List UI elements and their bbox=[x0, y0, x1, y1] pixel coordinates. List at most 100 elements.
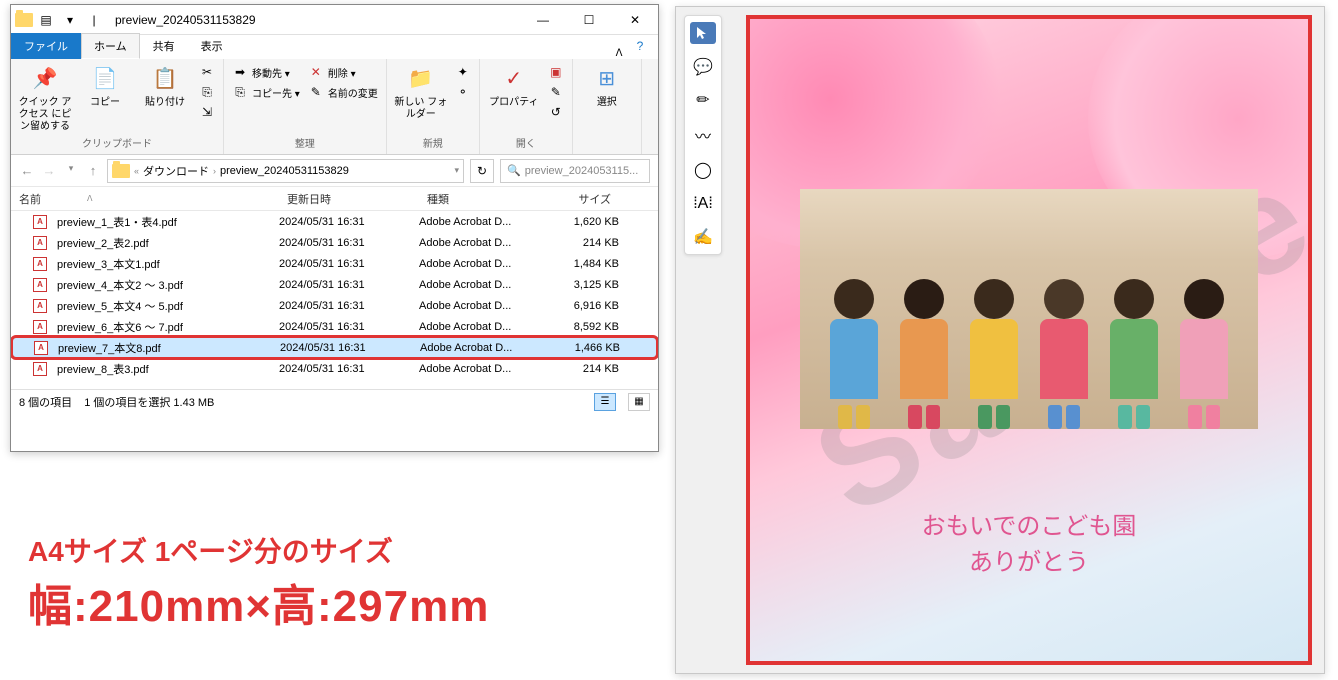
tab-home[interactable]: ホーム bbox=[81, 33, 140, 59]
newitem-icon: ✦ bbox=[455, 64, 471, 80]
file-row[interactable]: Apreview_2_表2.pdf2024/05/31 16:31Adobe A… bbox=[11, 232, 658, 253]
newitem-button[interactable]: ✦ bbox=[453, 63, 473, 81]
easyaccess-button[interactable]: ⚬ bbox=[453, 83, 473, 101]
tab-share[interactable]: 共有 bbox=[140, 33, 188, 59]
file-size: 1,466 KB bbox=[540, 342, 620, 354]
refresh-button[interactable]: ↻ bbox=[470, 159, 494, 183]
col-date[interactable]: 更新日時 bbox=[279, 191, 419, 207]
maximize-button[interactable]: ☐ bbox=[566, 5, 612, 35]
back-button[interactable]: ← bbox=[19, 163, 35, 178]
cut-button[interactable]: ✂ bbox=[197, 63, 217, 81]
file-row[interactable]: Apreview_3_本文1.pdf2024/05/31 16:31Adobe … bbox=[11, 253, 658, 274]
ribbon-group-select: ⊞選択 bbox=[573, 59, 642, 154]
sign-tool[interactable]: ✍ bbox=[690, 226, 716, 248]
erase-tool[interactable]: ◯ bbox=[690, 159, 716, 181]
recent-button[interactable]: ▾ bbox=[63, 163, 79, 178]
pdf-icon: A bbox=[33, 299, 47, 313]
file-row[interactable]: Apreview_6_本文6 ～ 7.pdf2024/05/31 16:31Ad… bbox=[11, 316, 658, 337]
forward-button[interactable]: → bbox=[41, 163, 57, 178]
minimize-button[interactable]: ― bbox=[520, 5, 566, 35]
pin-icon: 📌 bbox=[29, 63, 61, 95]
open-icon: ▣ bbox=[548, 64, 564, 80]
qat-item[interactable]: ▾ bbox=[59, 9, 81, 31]
edit-button[interactable]: ✎ bbox=[546, 83, 566, 101]
pdf-icon: A bbox=[33, 215, 47, 229]
search-input[interactable]: 🔍 preview_2024053115... bbox=[500, 159, 650, 183]
properties-button[interactable]: ✓プロパティ bbox=[486, 63, 542, 109]
group-label: 開く bbox=[486, 135, 566, 150]
paste-icon: 📋 bbox=[149, 63, 181, 95]
file-date: 2024/05/31 16:31 bbox=[279, 300, 419, 312]
pdf-icon: A bbox=[34, 341, 48, 355]
col-size[interactable]: サイズ bbox=[539, 191, 619, 207]
address-input[interactable]: « ダウンロード › preview_20240531153829 ▾ bbox=[107, 159, 464, 183]
details-view-button[interactable]: ☰ bbox=[594, 393, 616, 411]
file-type: Adobe Acrobat D... bbox=[419, 216, 539, 228]
text-tool[interactable]: ⁞A⁞ bbox=[690, 193, 716, 215]
selection-info: 1 個の項目を選択 1.43 MB bbox=[84, 394, 214, 410]
file-type: Adobe Acrobat D... bbox=[419, 258, 539, 270]
file-row[interactable]: Apreview_5_本文4 ～ 5.pdf2024/05/31 16:31Ad… bbox=[11, 295, 658, 316]
file-row[interactable]: Apreview_7_本文8.pdf2024/05/31 16:31Adobe … bbox=[11, 337, 658, 358]
file-date: 2024/05/31 16:31 bbox=[279, 321, 419, 333]
file-row[interactable]: Apreview_8_表3.pdf2024/05/31 16:31Adobe A… bbox=[11, 358, 658, 379]
copy-icon: 📄 bbox=[89, 63, 121, 95]
col-type[interactable]: 種類 bbox=[419, 191, 539, 207]
delete-button[interactable]: ✕削除 ▾ bbox=[306, 63, 380, 81]
moveto-icon: ➡ bbox=[232, 64, 248, 80]
help-icon[interactable]: ? bbox=[628, 39, 652, 59]
up-button[interactable]: ↑ bbox=[85, 163, 101, 178]
tab-file[interactable]: ファイル bbox=[11, 33, 81, 59]
breadcrumb-folder[interactable]: preview_20240531153829 bbox=[220, 165, 349, 177]
icons-view-button[interactable]: ▦ bbox=[628, 393, 650, 411]
qat-divider: | bbox=[83, 9, 105, 31]
moveto-button[interactable]: ➡移動先 ▾ bbox=[230, 63, 302, 81]
pin-button[interactable]: 📌クイック アクセス にピン留めする bbox=[17, 63, 73, 133]
paste-button[interactable]: 📋貼り付け bbox=[137, 63, 193, 109]
draw-tool[interactable]: 〰 bbox=[690, 123, 716, 147]
group-label: 新規 bbox=[393, 135, 473, 150]
kid-figure bbox=[959, 279, 1029, 429]
ribbon-collapse-icon[interactable]: ᐱ bbox=[610, 48, 628, 59]
file-size: 1,484 KB bbox=[539, 258, 619, 270]
col-name[interactable]: 名前ᐱ bbox=[11, 191, 279, 207]
newfolder-button[interactable]: 📁新しい フォルダー bbox=[393, 63, 449, 121]
caption-line1: おもいでのこども園 bbox=[750, 509, 1308, 545]
annotation-line2: 幅:210mm×高:297mm bbox=[28, 570, 489, 634]
copyto-button[interactable]: ⎘コピー先 ▾ bbox=[230, 83, 302, 101]
select-tool[interactable] bbox=[690, 22, 716, 44]
address-dropdown-icon[interactable]: ▾ bbox=[454, 165, 459, 176]
file-row[interactable]: Apreview_1_表1・表4.pdf2024/05/31 16:31Adob… bbox=[11, 211, 658, 232]
file-name: preview_3_本文1.pdf bbox=[57, 256, 160, 272]
breadcrumb-downloads[interactable]: ダウンロード bbox=[143, 163, 209, 179]
file-size: 1,620 KB bbox=[539, 216, 619, 228]
highlight-tool[interactable]: ✏ bbox=[690, 89, 716, 111]
rename-button[interactable]: ✎名前の変更 bbox=[306, 83, 380, 101]
file-row[interactable]: Apreview_4_本文2 ～ 3.pdf2024/05/31 16:31Ad… bbox=[11, 274, 658, 295]
file-size: 214 KB bbox=[539, 363, 619, 375]
qat-item[interactable]: ▤ bbox=[35, 9, 57, 31]
pdf-toolbar: 💬 ✏ 〰 ◯ ⁞A⁞ ✍ bbox=[684, 15, 722, 255]
window-title: preview_20240531153829 bbox=[109, 13, 520, 27]
search-icon: 🔍 bbox=[507, 164, 521, 177]
search-placeholder: preview_2024053115... bbox=[525, 165, 639, 177]
history-button[interactable]: ↺ bbox=[546, 103, 566, 121]
caption-line2: ありがとう bbox=[750, 545, 1308, 581]
kid-figure bbox=[1169, 279, 1239, 429]
open-button[interactable]: ▣ bbox=[546, 63, 566, 81]
kid-figure bbox=[889, 279, 959, 429]
copy-button[interactable]: 📄コピー bbox=[77, 63, 133, 109]
close-button[interactable]: ✕ bbox=[612, 5, 658, 35]
file-name: preview_4_本文2 ～ 3.pdf bbox=[57, 277, 183, 293]
cut-icon: ✂ bbox=[199, 64, 215, 80]
copypath-button[interactable]: ⎘ bbox=[197, 83, 217, 101]
annotation-line1: A4サイズ 1ページ分のサイズ bbox=[28, 530, 489, 570]
select-button[interactable]: ⊞選択 bbox=[579, 63, 635, 109]
tab-view[interactable]: 表示 bbox=[188, 33, 236, 59]
file-name: preview_6_本文6 ～ 7.pdf bbox=[57, 319, 183, 335]
paste-shortcut-button[interactable]: ⇲ bbox=[197, 103, 217, 121]
comment-tool[interactable]: 💬 bbox=[690, 56, 716, 78]
delete-icon: ✕ bbox=[308, 64, 324, 80]
edit-icon: ✎ bbox=[548, 84, 564, 100]
file-name: preview_5_本文4 ～ 5.pdf bbox=[57, 298, 183, 314]
